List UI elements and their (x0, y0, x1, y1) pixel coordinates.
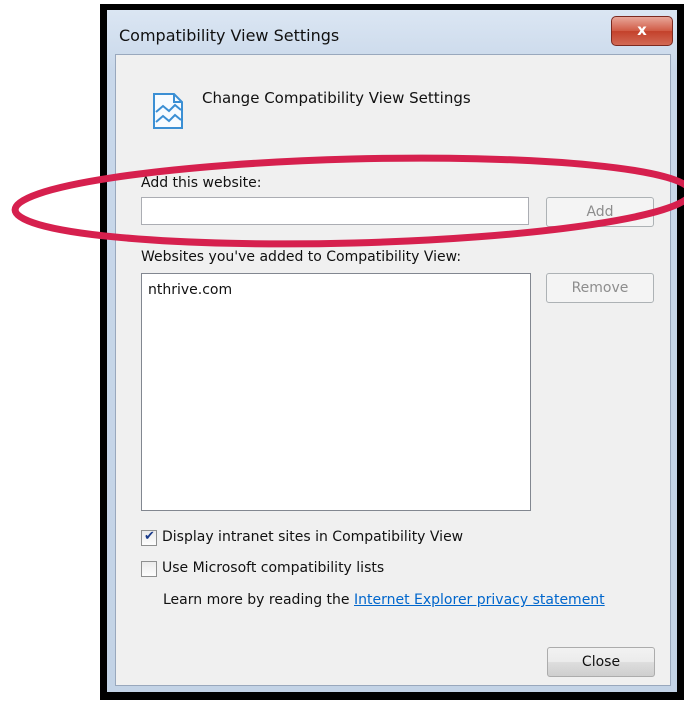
ms-lists-checkbox[interactable] (141, 561, 157, 577)
dialog-heading: Change Compatibility View Settings (202, 89, 471, 107)
list-item[interactable]: nthrive.com (148, 282, 232, 298)
websites-list[interactable]: nthrive.com (141, 273, 531, 511)
privacy-statement-link[interactable]: Internet Explorer privacy statement (354, 592, 605, 608)
checkmark-icon: ✔ (144, 529, 155, 544)
add-website-label: Add this website: (141, 175, 262, 191)
close-button[interactable]: Close (547, 647, 655, 677)
add-button[interactable]: Add (546, 197, 654, 227)
intranet-checkbox-label[interactable]: Display intranet sites in Compatibility … (162, 529, 463, 545)
websites-list-label: Websites you've added to Compatibility V… (141, 249, 462, 265)
title-bar[interactable]: Compatibility View Settings x (107, 10, 677, 54)
intranet-checkbox[interactable]: ✔ (141, 529, 157, 546)
add-website-input[interactable] (141, 197, 529, 225)
compatibility-view-dialog: Compatibility View Settings x Change Com… (107, 10, 677, 692)
dialog-body: Change Compatibility View Settings Add t… (115, 54, 671, 686)
learn-more-prefix: Learn more by reading the (163, 592, 350, 608)
window-title: Compatibility View Settings (119, 26, 340, 45)
ms-lists-checkbox-label[interactable]: Use Microsoft compatibility lists (162, 560, 384, 576)
title-close-button[interactable]: x (611, 16, 673, 46)
learn-more-text: Learn more by reading the Internet Explo… (163, 592, 605, 608)
remove-button[interactable]: Remove (546, 273, 654, 303)
compatibility-view-icon (153, 93, 183, 129)
